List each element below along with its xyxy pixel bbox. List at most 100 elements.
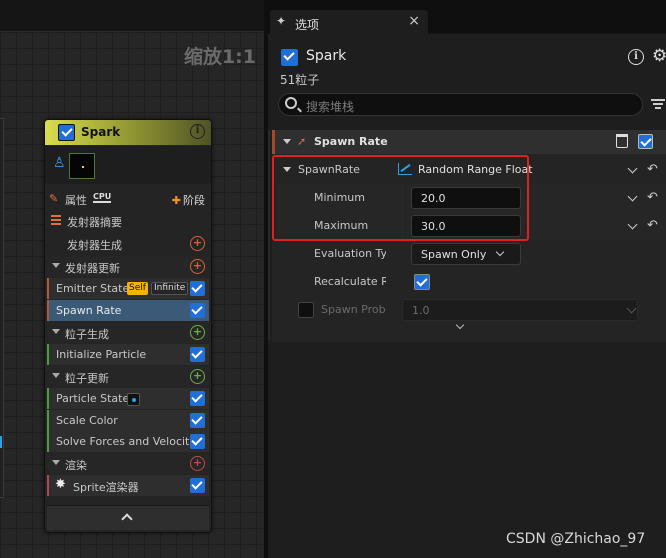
spawn-probability-override-checkbox[interactable] bbox=[298, 302, 314, 318]
property-row-evaluation-type: Evaluation Typ Spawn Only bbox=[276, 240, 666, 268]
section-header[interactable]: ➚ Spawn Rate bbox=[272, 130, 666, 154]
reset-arrow-icon[interactable]: ↶ bbox=[647, 190, 658, 205]
emitter-update-group[interactable]: 发射器更新 + bbox=[47, 256, 209, 277]
module-enable-checkbox[interactable] bbox=[190, 478, 205, 493]
module-label: Spawn Rate bbox=[56, 304, 122, 317]
module-solve-forces[interactable]: Solve Forces and Velocity bbox=[47, 431, 209, 452]
plus-icon: ✚ bbox=[171, 194, 181, 207]
collapse-caret-icon[interactable] bbox=[52, 263, 60, 268]
particle-spawn-label: 粒子生成 bbox=[65, 328, 109, 341]
collapse-node-button[interactable] bbox=[47, 505, 209, 530]
property-label: Recalculate Ra bbox=[314, 275, 386, 288]
infinite-badge: Infinite bbox=[151, 282, 189, 295]
module-enable-checkbox[interactable] bbox=[190, 347, 205, 362]
property-label: Spawn Proba bbox=[321, 303, 385, 316]
module-particle-state[interactable]: Particle State bbox=[47, 388, 209, 409]
red-highlight-box bbox=[272, 155, 529, 241]
emitter-node-header[interactable]: Spark i bbox=[45, 120, 211, 145]
add-module-plus-icon[interactable]: + bbox=[190, 325, 205, 340]
module-label: Emitter State bbox=[56, 282, 130, 295]
emitter-enable-checkbox[interactable] bbox=[281, 49, 298, 66]
emitter-update-label: 发射器更新 bbox=[65, 262, 120, 275]
recalculate-checkbox[interactable] bbox=[414, 274, 430, 290]
collapse-caret-icon[interactable] bbox=[283, 139, 291, 144]
render-group[interactable]: 渲染 + bbox=[47, 453, 209, 474]
add-module-plus-icon[interactable]: + bbox=[190, 236, 205, 251]
property-label: Evaluation Typ bbox=[314, 247, 386, 260]
spawn-probability-input[interactable]: 1.0 bbox=[402, 299, 638, 321]
particle-update-group[interactable]: 粒子更新 + bbox=[47, 366, 209, 387]
module-sprite-renderer[interactable]: ✸ Sprite渲染器 bbox=[47, 475, 209, 496]
search-input[interactable]: 搜索堆栈 bbox=[278, 93, 643, 116]
panel-body: Spark i ⚙ 51粒子 搜索堆栈 ➚ Spawn Rate SpawnRa… bbox=[268, 34, 666, 558]
reset-arrow-icon[interactable]: ↶ bbox=[647, 162, 658, 177]
sprite-renderer-icon: ✸ bbox=[55, 477, 66, 492]
module-initialize-particle[interactable]: Initialize Particle bbox=[47, 344, 209, 365]
section-indent-bar bbox=[268, 130, 270, 340]
filter-icon[interactable] bbox=[651, 99, 665, 110]
emitter-thumbnail-row: ♙ bbox=[45, 146, 211, 184]
module-arrow-icon: ➚ bbox=[297, 135, 307, 148]
collapse-caret-icon[interactable] bbox=[52, 373, 60, 378]
trash-icon[interactable] bbox=[616, 134, 628, 148]
graph-canvas[interactable]: 缩放1:1 Spark i ♙ ✎ 属性 CPU ✚ 阶段 发射器摘要 发射器生成… bbox=[0, 0, 264, 558]
module-label: Initialize Particle bbox=[56, 348, 147, 361]
add-stage-button[interactable]: ✚ 阶段 bbox=[172, 192, 205, 208]
tab-selection[interactable]: ✦ 选项 × bbox=[270, 10, 428, 34]
module-label: Particle State bbox=[56, 392, 130, 405]
evaluation-type-value: Spawn Only bbox=[421, 248, 487, 261]
panel-tabbar: ✦ 选项 × bbox=[268, 0, 666, 34]
list-icon bbox=[51, 215, 61, 225]
sparkle-icon: ✦ bbox=[276, 14, 287, 28]
module-spawn-rate[interactable]: Spawn Rate bbox=[47, 300, 209, 321]
emitter-enable-checkbox[interactable] bbox=[58, 124, 75, 141]
info-icon[interactable]: i bbox=[628, 49, 644, 65]
module-enable-checkbox[interactable] bbox=[190, 434, 205, 449]
emitter-properties-row[interactable]: ✎ 属性 CPU ✚ 阶段 bbox=[45, 189, 211, 209]
chevron-down-icon[interactable] bbox=[627, 191, 638, 202]
offscreen-node-pin bbox=[0, 436, 2, 448]
evaluation-type-select[interactable]: Spawn Only bbox=[411, 243, 521, 265]
module-enable-checkbox[interactable] bbox=[190, 413, 205, 428]
emitter-thumbnail bbox=[69, 153, 95, 179]
gear-icon[interactable]: ⚙ bbox=[652, 46, 666, 66]
person-icon: ♙ bbox=[53, 155, 66, 171]
chevron-down-icon[interactable] bbox=[627, 219, 638, 230]
graph-toolbar bbox=[0, 0, 264, 32]
section-title: Spawn Rate bbox=[314, 135, 388, 148]
module-emitter-state[interactable]: Emitter State Self Infinite bbox=[47, 278, 209, 299]
emitter-summary-row[interactable]: 发射器摘要 bbox=[47, 210, 209, 231]
module-enable-checkbox[interactable] bbox=[638, 134, 653, 149]
emitter-node[interactable]: Spark i ♙ ✎ 属性 CPU ✚ 阶段 发射器摘要 发射器生成 + 发射器… bbox=[44, 119, 212, 533]
search-placeholder: 搜索堆栈 bbox=[306, 100, 355, 114]
module-enable-checkbox[interactable] bbox=[190, 303, 205, 318]
module-scale-color[interactable]: Scale Color bbox=[47, 410, 209, 431]
pencil-icon: ✎ bbox=[49, 192, 59, 205]
add-stage-label: 阶段 bbox=[183, 194, 205, 207]
tab-label: 选项 bbox=[295, 18, 320, 32]
property-row-spawn-probability: Spawn Proba 1.0 bbox=[276, 296, 666, 324]
cpu-sim-target-badge: CPU bbox=[93, 192, 112, 203]
dot-badge-icon bbox=[127, 393, 140, 406]
add-renderer-plus-icon[interactable]: + bbox=[190, 456, 205, 471]
module-enable-checkbox[interactable] bbox=[190, 281, 205, 296]
particle-update-label: 粒子更新 bbox=[65, 372, 109, 385]
emitter-spawn-group[interactable]: 发射器生成 + bbox=[47, 233, 209, 254]
property-row-recalculate: Recalculate Ra bbox=[276, 268, 666, 296]
reset-arrow-icon[interactable]: ↶ bbox=[647, 218, 658, 233]
selection-panel: ✦ 选项 × Spark i ⚙ 51粒子 搜索堆栈 ➚ Spawn Rate bbox=[264, 0, 666, 558]
collapse-caret-icon[interactable] bbox=[52, 460, 60, 465]
add-module-plus-icon[interactable]: + bbox=[190, 369, 205, 384]
collapse-caret-icon[interactable] bbox=[52, 329, 60, 334]
chevron-down-icon[interactable] bbox=[627, 163, 638, 174]
emitter-spawn-label: 发射器生成 bbox=[67, 239, 122, 252]
module-label: Scale Color bbox=[56, 414, 118, 427]
module-enable-checkbox[interactable] bbox=[190, 391, 205, 406]
zoom-label: 缩放1:1 bbox=[183, 46, 256, 68]
properties-label: 属性 bbox=[65, 194, 87, 207]
module-label: Solve Forces and Velocity bbox=[56, 435, 196, 448]
info-icon[interactable]: i bbox=[190, 124, 205, 139]
add-module-plus-icon[interactable]: + bbox=[190, 259, 205, 274]
close-icon[interactable]: × bbox=[408, 13, 420, 29]
particle-spawn-group[interactable]: 粒子生成 + bbox=[47, 322, 209, 343]
